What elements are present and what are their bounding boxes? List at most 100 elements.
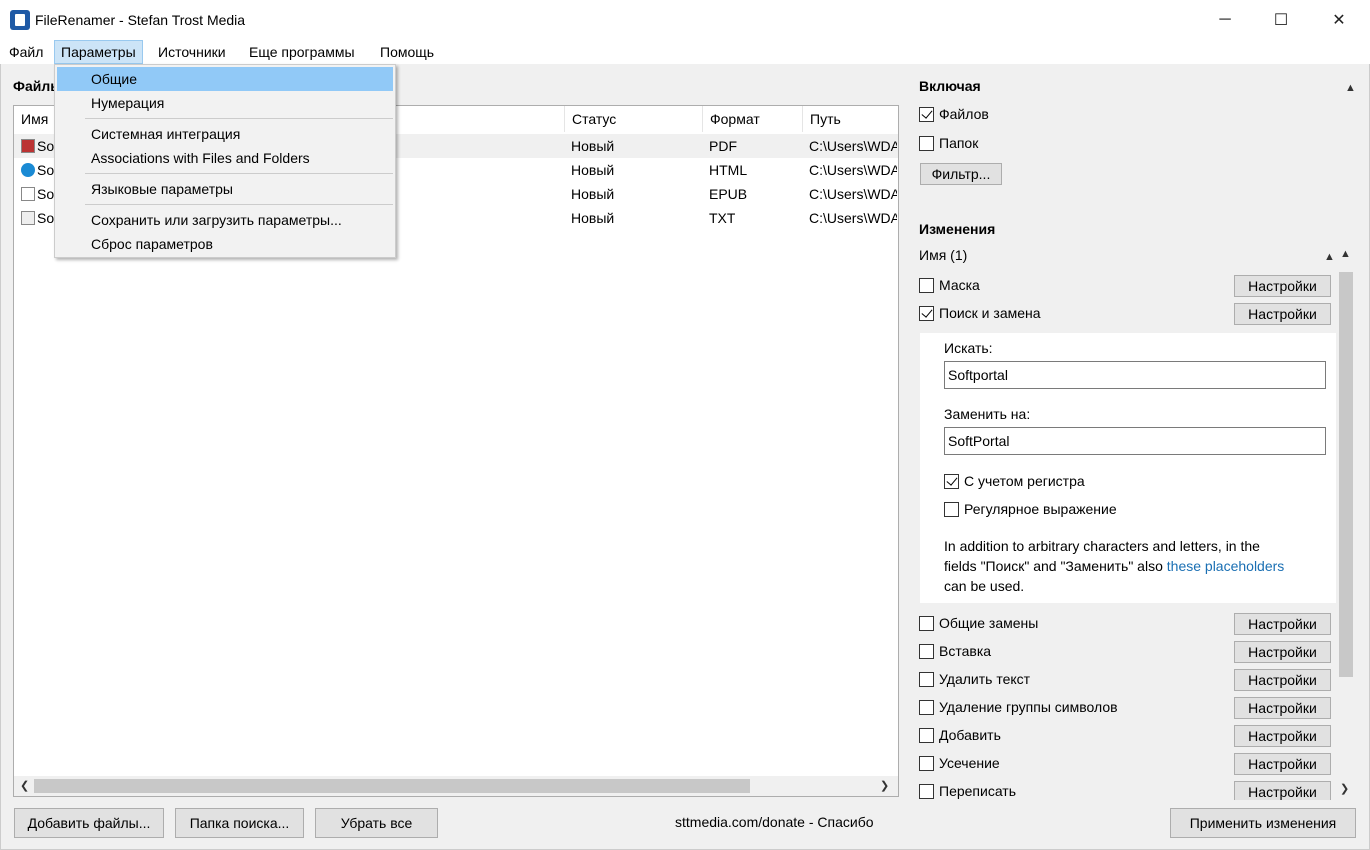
search-replace-checkbox[interactable] [919, 306, 934, 321]
column-header-status[interactable]: Статус [565, 106, 703, 132]
text-file-icon [21, 211, 35, 225]
file-status: Новый [571, 210, 615, 226]
menu-help[interactable]: Помощь [374, 40, 440, 64]
horizontal-scrollbar[interactable]: ❮ ❯ [14, 776, 898, 796]
file-path: C:\Users\WDA [809, 186, 897, 202]
menu-item-reset-settings[interactable]: Сброс параметров [57, 232, 393, 256]
scroll-left-icon[interactable]: ❮ [20, 779, 29, 792]
file-name: So [37, 210, 55, 226]
pdf-icon [21, 139, 35, 153]
info-text-line2: fields "Поиск" and "Заменить" also these… [944, 558, 1284, 574]
remove-all-button[interactable]: Убрать все [315, 808, 438, 838]
menu-item-numbering[interactable]: Нумерация [57, 91, 393, 115]
replace-label: Заменить на: [944, 406, 1031, 422]
truncate-settings-button[interactable]: Настройки [1234, 753, 1331, 775]
changes-title: Изменения [919, 221, 996, 237]
delete-chars-settings-button[interactable]: Настройки [1234, 697, 1331, 719]
menu-separator [85, 173, 393, 174]
menu-parameters[interactable]: Параметры [54, 40, 143, 64]
truncate-label: Усечение [939, 755, 1000, 771]
menu-separator [85, 204, 393, 205]
file-path: C:\Users\WDA [809, 210, 897, 226]
mask-settings-button[interactable]: Настройки [1234, 275, 1331, 297]
include-files-label: Файлов [939, 106, 989, 122]
horizontal-scroll-thumb[interactable] [34, 779, 750, 793]
search-replace-panel: Искать: Softportal Заменить на: SoftPort… [920, 333, 1336, 603]
file-icon [21, 187, 35, 201]
truncate-checkbox[interactable] [919, 756, 934, 771]
insert-label: Вставка [939, 643, 992, 659]
scroll-right-icon[interactable]: ❯ [880, 779, 889, 792]
include-folders-label: Папок [939, 135, 979, 151]
search-replace-settings-button[interactable]: Настройки [1234, 303, 1331, 325]
menu-sources[interactable]: Источники [152, 40, 232, 64]
maximize-button[interactable]: ☐ [1252, 0, 1310, 40]
rewrite-settings-button[interactable]: Настройки [1234, 781, 1331, 800]
menu-more-programs[interactable]: Еще программы [243, 40, 361, 64]
rewrite-label: Переписать [939, 783, 1017, 799]
find-label: Искать: [944, 340, 993, 356]
menu-file[interactable]: Файл [3, 40, 49, 64]
name-group-label: Имя (1) [919, 247, 968, 263]
file-path: C:\Users\WDA [809, 138, 897, 154]
scroll-down-icon[interactable]: ❯ [1340, 782, 1349, 795]
file-format: HTML [709, 162, 748, 178]
filter-button[interactable]: Фильтр... [920, 163, 1002, 185]
menu-item-save-load-settings[interactable]: Сохранить или загрузить параметры... [57, 208, 393, 232]
find-input[interactable]: Softportal [944, 361, 1326, 389]
placeholders-link[interactable]: these placeholders [1167, 558, 1285, 574]
rewrite-row-clip: Переписать Настройки [905, 778, 1355, 800]
add-settings-button[interactable]: Настройки [1234, 725, 1331, 747]
edge-icon [21, 163, 35, 177]
column-header-format[interactable]: Формат [703, 106, 803, 132]
regex-label: Регулярное выражение [964, 501, 1117, 517]
delete-text-settings-button[interactable]: Настройки [1234, 669, 1331, 691]
minimize-button[interactable]: ─ [1196, 0, 1254, 40]
menu-item-associations[interactable]: Associations with Files and Folders [57, 146, 393, 170]
regex-checkbox[interactable] [944, 502, 959, 517]
file-status: Новый [571, 186, 615, 202]
collapse-up-icon[interactable]: ▲ [1324, 251, 1335, 263]
app-icon [10, 10, 30, 30]
include-folders-checkbox[interactable] [919, 136, 934, 151]
file-name: So [37, 162, 55, 178]
menu-item-language[interactable]: Языковые параметры [57, 177, 393, 201]
general-replace-label: Общие замены [939, 615, 1039, 631]
info-text-line1: In addition to arbitrary characters and … [944, 538, 1260, 554]
include-title: Включая [919, 78, 981, 94]
apply-changes-button[interactable]: Применить изменения [1170, 808, 1356, 838]
scroll-up-icon[interactable]: ▲ [1340, 248, 1351, 260]
delete-chars-label: Удаление группы символов [939, 699, 1118, 715]
menu-item-system-integration[interactable]: Системная интеграция [57, 122, 393, 146]
file-name: So [37, 138, 55, 154]
add-label: Добавить [939, 727, 1001, 743]
search-folder-button[interactable]: Папка поиска... [175, 808, 304, 838]
mask-checkbox[interactable] [919, 278, 934, 293]
file-format: TXT [709, 210, 736, 226]
file-format: EPUB [709, 186, 748, 202]
general-replace-settings-button[interactable]: Настройки [1234, 613, 1331, 635]
vertical-scrollbar[interactable]: ▲ ❯ [1336, 242, 1356, 802]
donate-text[interactable]: sttmedia.com/donate - Спасибо [675, 814, 874, 830]
insert-checkbox[interactable] [919, 644, 934, 659]
collapse-up-icon[interactable]: ▲ [1345, 82, 1356, 94]
column-header-path[interactable]: Путь [803, 106, 898, 132]
vertical-scroll-thumb[interactable] [1339, 272, 1353, 677]
title-bar: FileRenamer - Stefan Trost Media ─ ☐ ✕ [0, 0, 1370, 40]
menu-separator [85, 118, 393, 119]
menu-item-general[interactable]: Общие [57, 67, 393, 91]
replace-input[interactable]: SoftPortal [944, 427, 1326, 455]
file-status: Новый [571, 162, 615, 178]
rewrite-checkbox[interactable] [919, 784, 934, 799]
add-files-button[interactable]: Добавить файлы... [14, 808, 164, 838]
include-files-checkbox[interactable] [919, 107, 934, 122]
case-sensitive-checkbox[interactable] [944, 474, 959, 489]
delete-text-label: Удалить текст [939, 671, 1031, 687]
insert-settings-button[interactable]: Настройки [1234, 641, 1331, 663]
delete-text-checkbox[interactable] [919, 672, 934, 687]
delete-chars-checkbox[interactable] [919, 700, 934, 715]
file-name: So [37, 186, 55, 202]
add-checkbox[interactable] [919, 728, 934, 743]
general-replace-checkbox[interactable] [919, 616, 934, 631]
close-button[interactable]: ✕ [1310, 0, 1368, 40]
